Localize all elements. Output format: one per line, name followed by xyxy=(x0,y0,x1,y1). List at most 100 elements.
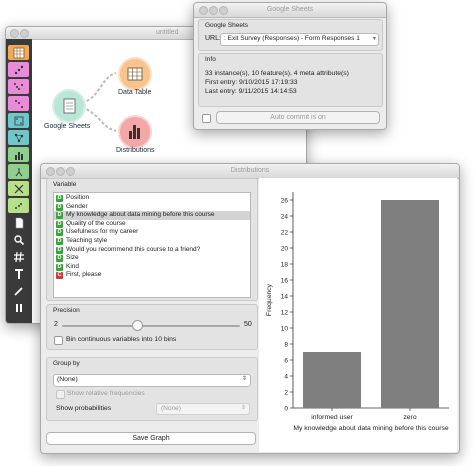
url-value: : Exit Survey (Responses) - Form Respons… xyxy=(224,35,360,42)
distribution-chart: 02468101214161820222426informed user zero… xyxy=(259,178,457,452)
variable-type-icon: C xyxy=(56,272,63,280)
info-line: First entry: 9/10/2015 17:19:33 xyxy=(205,79,298,86)
google-sheets-icon xyxy=(63,98,76,114)
y-tick-label: 14 xyxy=(281,293,289,300)
bin-label: Bin continuous variables into 10 bins xyxy=(66,336,177,343)
info-line: Last entry: 9/11/2015 14:14:53 xyxy=(205,88,297,95)
auto-commit-label: Auto commit is on xyxy=(270,114,326,121)
variable-type-icon: D xyxy=(56,229,63,237)
precision-label: Precision xyxy=(53,307,80,314)
google-sheets-title: Google Sheets xyxy=(266,6,314,13)
variable-type-icon: D xyxy=(56,263,63,271)
group-by-combo[interactable]: (None) ⇕ xyxy=(53,374,251,387)
variable-type-icon: D xyxy=(56,237,63,245)
variable-type-icon: D xyxy=(56,255,63,263)
x-tick-label: zero xyxy=(403,414,416,421)
distributions-title: Distributions xyxy=(230,167,270,174)
chevron-updown-icon: ⇕ xyxy=(241,376,247,382)
variable-item[interactable]: D Size xyxy=(54,254,250,263)
variable-name: Would you recommend this course to a fri… xyxy=(66,245,201,253)
distributions-titlebar: Distributions xyxy=(41,164,459,179)
variable-item[interactable]: D Quality of the course xyxy=(54,220,250,229)
variable-name: Gender xyxy=(66,202,88,210)
group-by-value: (None) xyxy=(57,376,78,383)
y-tick-label: 0 xyxy=(284,405,288,412)
table-icon xyxy=(127,67,143,81)
show-prob-combo[interactable]: (None) ⇕ xyxy=(156,403,250,415)
bar xyxy=(381,200,439,408)
variable-item[interactable]: D Position xyxy=(54,194,250,203)
auto-commit-button[interactable]: Auto commit is on xyxy=(216,111,380,124)
y-tick-label: 16 xyxy=(281,277,289,284)
variable-item[interactable]: D Teaching style xyxy=(54,237,250,246)
variable-name: First, please xyxy=(66,271,102,279)
bin-checkbox[interactable] xyxy=(54,336,63,345)
url-label: URL: xyxy=(205,35,221,42)
y-tick-label: 2 xyxy=(284,389,288,396)
variable-name: Size xyxy=(66,254,79,262)
variable-item[interactable]: D Gender xyxy=(54,203,250,212)
variable-item[interactable]: C First, please xyxy=(54,271,250,280)
chevron-updown-icon: ⇕ xyxy=(240,405,246,411)
distributions-widget[interactable] xyxy=(118,115,152,149)
variable-name: Position xyxy=(66,194,90,201)
distributions-window: Distributions Variable D Position D Gender D… xyxy=(40,163,460,454)
variable-section: Variable D Position D Gender D My knowledge a… xyxy=(46,178,258,301)
x-axis-title: My knowledge about data mining before th… xyxy=(293,425,449,432)
variable-name: Usefulness for my career xyxy=(66,228,139,236)
show-prob-value: (None) xyxy=(161,405,181,412)
variable-type-icon: D xyxy=(56,195,63,202)
google-sheets-widget[interactable] xyxy=(52,89,86,123)
precision-section: Precision 2 50 Bin continuous variables … xyxy=(46,304,258,350)
save-graph-label: Save Graph xyxy=(132,435,170,442)
show-prob-label: Show probabilities xyxy=(56,405,112,412)
google-sheets-window: Google Sheets Google Sheets URL: : Exit … xyxy=(193,2,387,130)
google-sheets-section: Google Sheets URL: : Exit Survey (Respon… xyxy=(198,19,383,51)
variable-type-icon: D xyxy=(56,220,63,228)
distributions-label: Distributions xyxy=(116,147,155,154)
y-tick-label: 6 xyxy=(284,357,288,364)
variable-type-icon: D xyxy=(56,203,63,211)
variable-item[interactable]: D Would you recommend this course to a fr… xyxy=(54,246,250,255)
y-tick-label: 18 xyxy=(281,261,289,268)
precision-slider-handle[interactable] xyxy=(131,320,143,331)
variable-item[interactable]: D Usefulness for my career xyxy=(54,228,250,237)
relative-freq-checkbox[interactable] xyxy=(56,390,65,399)
google-sheets-section-label: Google Sheets xyxy=(205,22,249,29)
save-graph-button[interactable]: Save Graph xyxy=(46,432,256,445)
histogram-icon xyxy=(129,125,140,139)
bar xyxy=(303,352,361,408)
y-tick-label: 12 xyxy=(281,309,289,316)
variable-item[interactable]: D My knowledge about data mining before t… xyxy=(54,211,250,220)
y-tick-label: 26 xyxy=(281,197,289,204)
variable-list[interactable]: D Position D Gender D My knowledge about data… xyxy=(53,192,251,298)
relative-freq-label: Show relative frequencies xyxy=(67,390,145,397)
y-tick-label: 20 xyxy=(281,245,289,252)
y-tick-label: 10 xyxy=(281,325,289,332)
variable-name: My knowledge about data mining before th… xyxy=(66,211,215,219)
precision-slider-track[interactable] xyxy=(62,325,240,327)
google-sheets-titlebar: Google Sheets xyxy=(194,3,386,18)
group-by-label: Group by xyxy=(53,360,80,367)
chevron-down-icon: ▾ xyxy=(372,36,376,42)
y-axis-title: Frequency xyxy=(266,283,273,316)
data-table-widget[interactable] xyxy=(118,57,152,91)
variable-label: Variable xyxy=(53,181,77,188)
x-tick-label: informed user xyxy=(311,414,353,421)
data-table-label: Data Table xyxy=(118,89,152,96)
url-combo[interactable]: : Exit Survey (Responses) - Form Respons… xyxy=(220,33,379,46)
variable-item[interactable]: D Kind xyxy=(54,263,250,272)
variable-type-icon: D xyxy=(56,212,63,220)
auto-commit-checkbox[interactable] xyxy=(202,114,211,123)
info-section: Info 33 instance(s), 10 feature(s), 4 me… xyxy=(198,53,383,107)
variable-name: Kind xyxy=(66,262,80,270)
variable-type-icon: D xyxy=(56,246,63,254)
y-tick-label: 8 xyxy=(284,341,288,348)
variable-name: Quality of the course xyxy=(66,219,126,227)
y-tick-label: 4 xyxy=(284,373,288,380)
precision-max: 50 xyxy=(244,321,252,328)
info-label: Info xyxy=(205,56,216,63)
y-tick-label: 24 xyxy=(281,213,289,220)
variable-name: Teaching style xyxy=(66,236,108,244)
group-by-section: Group by (None) ⇕ Show relative frequenc… xyxy=(46,357,258,421)
